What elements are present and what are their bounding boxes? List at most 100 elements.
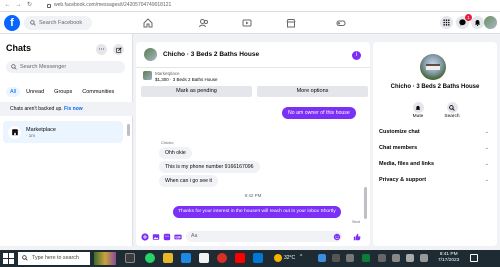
mark-as-pending-button[interactable]: Mark as pending: [141, 86, 252, 97]
messenger-search-input[interactable]: Search Messenger: [6, 61, 125, 73]
listing-avatar[interactable]: [420, 54, 446, 80]
message-timestamp: 9:42 PM: [244, 193, 262, 198]
search-in-chat-button[interactable]: Search: [437, 102, 467, 119]
message-outgoing: No am owner of this house: [282, 107, 356, 119]
image-icon[interactable]: [151, 232, 160, 241]
more-options-icon[interactable]: ⋯: [96, 44, 107, 55]
file-explorer-icon[interactable]: [163, 253, 173, 263]
chat-item-time: · 1m: [26, 132, 35, 138]
more-options-button[interactable]: More options: [257, 86, 368, 97]
listing-category: Marketplace: [155, 71, 180, 76]
facebook-search-placeholder: Search Facebook: [39, 20, 83, 26]
conversation-info-panel: Chicho · 3 Beds 2 Baths House Mute Searc…: [373, 42, 497, 246]
home-icon[interactable]: [141, 16, 155, 30]
search-icon: [30, 20, 36, 26]
search-highlight-image[interactable]: [94, 252, 116, 265]
system-tray: ^: [300, 254, 302, 260]
windows-start-icon[interactable]: [3, 253, 14, 264]
language-icon[interactable]: [420, 254, 428, 262]
notifications-bell-icon[interactable]: [471, 16, 484, 29]
friends-icon[interactable]: [197, 16, 211, 30]
like-icon[interactable]: [352, 232, 361, 241]
whatsapp-icon[interactable]: [145, 253, 155, 263]
privacy-support-row[interactable]: Privacy & support ⌄: [379, 175, 491, 186]
gif-icon[interactable]: GIF: [173, 232, 182, 241]
action-center-icon[interactable]: [470, 254, 478, 262]
filter-all[interactable]: All: [6, 87, 21, 97]
customize-chat-label: Customize chat: [379, 129, 420, 135]
gaming-icon[interactable]: [334, 16, 348, 30]
message-incoming: This is my phone number 9166167096: [159, 161, 260, 173]
mute-label: Mute: [412, 114, 424, 119]
search-icon: [22, 255, 28, 261]
media-files-row[interactable]: Media, files and links ⌄: [379, 159, 491, 170]
message-composer: GIF Aa: [136, 228, 370, 246]
store-icon[interactable]: [199, 253, 209, 263]
taskbar-search-placeholder: Type here to search: [32, 255, 79, 261]
chrome-icon[interactable]: [217, 253, 227, 263]
weather-icon: [274, 254, 282, 262]
messenger-icon[interactable]: 1: [456, 14, 472, 29]
browser-toolbar: ← → ↻ web.facebook.com/messages/t/242057…: [0, 0, 500, 12]
message-input[interactable]: Aa: [186, 231, 342, 242]
conversation-title[interactable]: Chicho · 3 Beds 2 Baths House: [163, 51, 259, 58]
address-bar[interactable]: web.facebook.com/messages/t/242057047490…: [43, 1, 243, 10]
weather-temp[interactable]: 32°C: [284, 255, 295, 261]
tray-app-icon[interactable]: [332, 254, 340, 262]
conversation-avatar[interactable]: [144, 48, 157, 61]
marketplace-icon[interactable]: [284, 16, 298, 30]
facebook-logo-icon[interactable]: f: [4, 15, 20, 31]
message-incoming: When can i go see it: [159, 175, 219, 187]
facebook-search-input[interactable]: Search Facebook: [24, 16, 92, 30]
backup-text: Chats aren't backed up.: [10, 106, 63, 112]
emoji-icon[interactable]: [332, 232, 341, 241]
chat-members-row[interactable]: Chat members ⌄: [379, 143, 491, 154]
search-icon: [11, 64, 17, 70]
back-icon[interactable]: ←: [4, 2, 11, 9]
search-icon: [449, 104, 455, 111]
listing-thumbnail[interactable]: [143, 71, 152, 80]
wifi-icon[interactable]: [392, 254, 400, 262]
filter-unread[interactable]: Unread: [22, 87, 48, 97]
filter-communities[interactable]: Communities: [78, 87, 118, 97]
filter-groups[interactable]: Groups: [50, 87, 76, 97]
chat-item-marketplace[interactable]: Marketplace · 1m: [3, 121, 123, 143]
plus-circle-icon[interactable]: [140, 232, 149, 241]
taskbar-search-input[interactable]: Type here to search: [18, 252, 90, 265]
menu-grid-icon[interactable]: [440, 16, 453, 29]
chat-item-name: Marketplace: [26, 126, 56, 133]
tray-app-icon[interactable]: [318, 254, 326, 262]
taskbar-clock[interactable]: 8:41 PM 7/17/2023: [438, 252, 459, 264]
reload-icon[interactable]: ↻: [26, 2, 33, 9]
forward-icon[interactable]: →: [15, 2, 22, 9]
messenger-search-placeholder: Search Messenger: [20, 64, 67, 70]
chevron-down-icon: ⌄: [484, 129, 489, 135]
new-message-icon[interactable]: [113, 44, 124, 55]
watch-icon[interactable]: [240, 16, 254, 30]
task-view-icon[interactable]: [125, 253, 135, 263]
battery-icon[interactable]: [378, 254, 386, 262]
fix-now-link[interactable]: Fix now: [64, 106, 83, 112]
conversation-scrollbar[interactable]: [364, 187, 367, 219]
bell-icon: [415, 105, 421, 110]
lock-icon: [47, 3, 51, 8]
tray-chevron-icon[interactable]: ^: [300, 254, 302, 260]
mute-button[interactable]: Mute: [403, 102, 433, 119]
chats-title: Chats: [6, 43, 32, 53]
sidebar-scrollbar[interactable]: [127, 124, 130, 136]
edge-icon[interactable]: [181, 253, 191, 263]
chat-members-label: Chat members: [379, 145, 418, 151]
privacy-support-label: Privacy & support: [379, 177, 427, 183]
message-incoming: Ohh okie: [159, 147, 192, 159]
info-panel-name: Chicho · 3 Beds 2 Baths House: [390, 84, 480, 90]
info-icon[interactable]: i: [352, 51, 361, 60]
backup-notice: Chats aren't backed up. Fix now: [0, 102, 133, 116]
customize-chat-row[interactable]: Customize chat ⌄: [379, 127, 491, 138]
profile-avatar[interactable]: [484, 16, 497, 29]
mail-icon[interactable]: [253, 253, 263, 263]
speaker-icon[interactable]: [406, 254, 414, 262]
sticker-icon[interactable]: [162, 232, 171, 241]
tray-app-icon[interactable]: [346, 254, 354, 262]
youtube-icon[interactable]: [235, 253, 245, 263]
tray-app-icon[interactable]: [362, 254, 370, 262]
